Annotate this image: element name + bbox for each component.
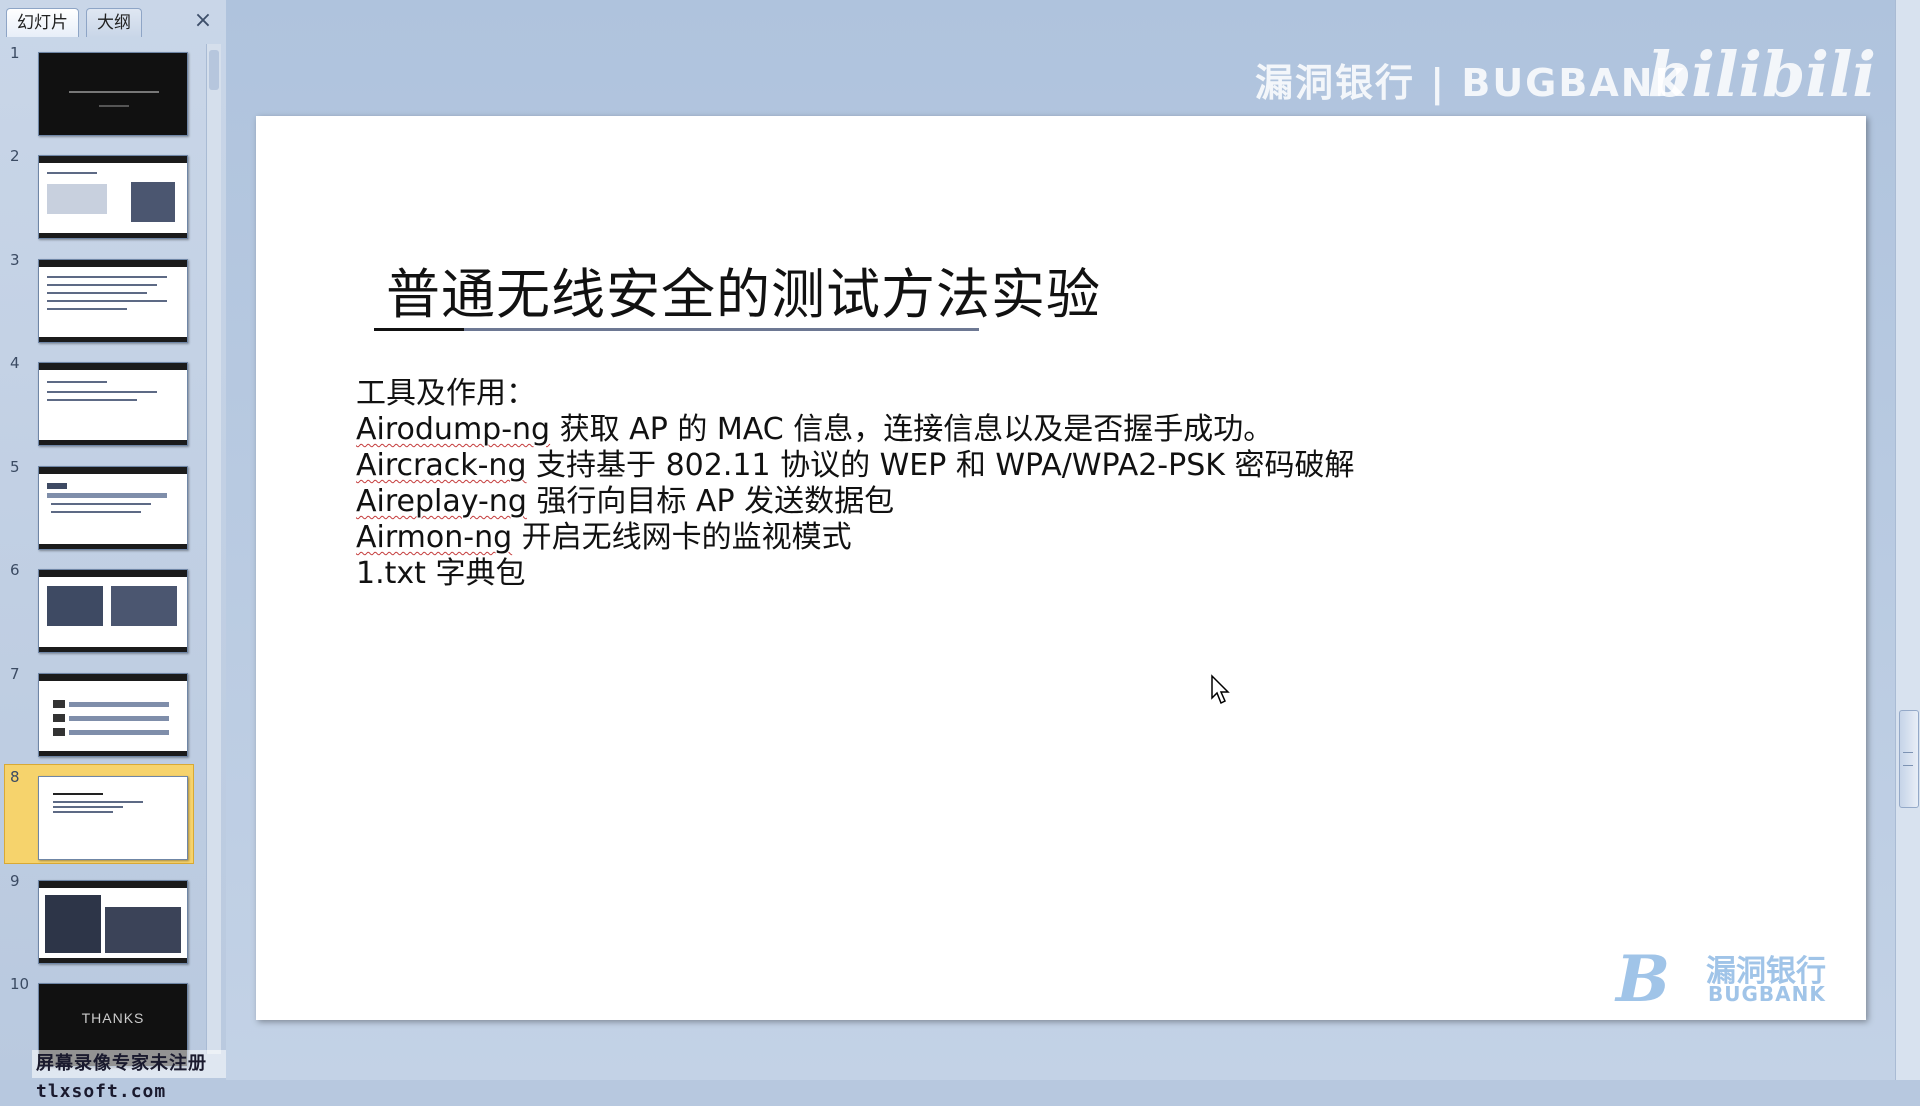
- bugbank-logo-mark: B: [1616, 942, 1671, 1017]
- slide-thumb-row-1[interactable]: 1: [0, 44, 206, 136]
- slide-thumb-row-2[interactable]: 2: [0, 147, 206, 239]
- thanks-text: THANKS: [81, 1010, 145, 1026]
- body-line-text: 工具及作用：: [356, 376, 536, 411]
- body-line: Airodump-ng 获取 AP 的 MAC 信息，连接信息以及是否握手成功。: [356, 412, 1354, 448]
- recorder-watermark: 屏幕录像专家未注册 tlxsoft.com: [32, 1050, 226, 1102]
- body-line: Aircrack-ng 支持基于 802.11 协议的 WEP 和 WPA/WP…: [356, 448, 1354, 484]
- bugbank-logo: B 漏洞银行 BUGBANK: [1616, 942, 1836, 1017]
- slide-thumbnail[interactable]: [38, 155, 188, 239]
- slide-number: 8: [10, 768, 20, 786]
- slide-thumb-row-6[interactable]: 6: [0, 561, 206, 653]
- vertical-scrollbar[interactable]: [1895, 0, 1920, 1080]
- slide-number: 1: [10, 44, 20, 62]
- slide-thumb-row-7[interactable]: 7: [0, 665, 206, 757]
- slide-thumb-row-9[interactable]: 9: [0, 872, 206, 964]
- slide-thumb-row-3[interactable]: 3: [0, 251, 206, 343]
- panel-scrollbar[interactable]: [206, 44, 221, 1054]
- tab-slides[interactable]: 幻灯片: [6, 8, 79, 37]
- slide-thumbnail[interactable]: [38, 776, 188, 860]
- bilibili-logo: bilibili: [1647, 38, 1876, 111]
- body-line-text: 支持基于 802.11 协议的 WEP 和 WPA/WPA2-PSK 密码破解: [526, 448, 1355, 483]
- slide-canvas[interactable]: 普通无线安全的测试方法实验 工具及作用： Airodump-ng 获取 AP 的…: [256, 116, 1866, 1020]
- slide-thumbnail[interactable]: [38, 259, 188, 343]
- slide-number: 10: [10, 975, 30, 993]
- slides-panel: 幻灯片 大纲 × 1 2 3 4 5 6 7 8 9 10 THANKS 屏幕录…: [0, 0, 227, 1102]
- panel-scroll-thumb[interactable]: [209, 50, 219, 90]
- slide-thumbnail-list: 1 2 3 4 5 6 7 8 9 10 THANKS: [0, 44, 206, 1067]
- slide-number: 7: [10, 665, 20, 683]
- slide-title[interactable]: 普通无线安全的测试方法实验: [386, 250, 1101, 329]
- tool-name: Aircrack-ng: [356, 448, 527, 483]
- slide-thumbnail[interactable]: [38, 362, 188, 446]
- slide-number: 3: [10, 251, 20, 269]
- tool-name: Aireplay-ng: [356, 484, 527, 519]
- body-line: Airmon-ng 开启无线网卡的监视模式: [356, 520, 1354, 556]
- body-line-text: 获取 AP 的 MAC 信息，连接信息以及是否握手成功。: [550, 412, 1274, 447]
- body-line-text: 1.txt 字典包: [356, 556, 526, 591]
- title-underline: [374, 328, 979, 331]
- slide-thumbnail[interactable]: [38, 52, 188, 136]
- slide-thumb-row-4[interactable]: 4: [0, 354, 206, 446]
- tool-name: Airmon-ng: [356, 520, 513, 555]
- slide-number: 4: [10, 354, 20, 372]
- slide-thumb-row-8[interactable]: 8: [0, 764, 206, 864]
- panel-tabs: 幻灯片 大纲 ×: [0, 0, 226, 40]
- slide-thumbnail[interactable]: [38, 880, 188, 964]
- body-line: 1.txt 字典包: [356, 556, 1354, 592]
- slide-number: 5: [10, 458, 20, 476]
- body-line: 工具及作用：: [356, 376, 1354, 412]
- slide-number: 6: [10, 561, 20, 579]
- tool-name: Airodump-ng: [356, 412, 551, 447]
- slide-thumbnail[interactable]: [38, 466, 188, 550]
- slide-editing-area: 漏洞银行 | BUGBANK bilibili 普通无线安全的测试方法实验 工具…: [226, 0, 1896, 1080]
- slide-thumbnail[interactable]: [38, 673, 188, 757]
- body-line-text: 强行向目标 AP 发送数据包: [526, 484, 895, 519]
- close-panel-icon[interactable]: ×: [192, 10, 214, 32]
- body-line-text: 开启无线网卡的监视模式: [512, 520, 852, 555]
- slide-thumb-row-5[interactable]: 5: [0, 458, 206, 550]
- bugbank-logo-en: BUGBANK: [1708, 982, 1826, 1006]
- scroll-grip-icon: [1903, 752, 1913, 766]
- slide-body-text[interactable]: 工具及作用： Airodump-ng 获取 AP 的 MAC 信息，连接信息以及…: [356, 376, 1354, 592]
- mouse-cursor-icon: [1211, 674, 1230, 705]
- tab-outline[interactable]: 大纲: [86, 8, 142, 37]
- slide-thumbnail[interactable]: [38, 569, 188, 653]
- slide-number: 9: [10, 872, 20, 890]
- body-line: Aireplay-ng 强行向目标 AP 发送数据包: [356, 484, 1354, 520]
- slide-number: 2: [10, 147, 20, 165]
- brand-watermark: 漏洞银行 | BUGBANK: [1255, 61, 1686, 105]
